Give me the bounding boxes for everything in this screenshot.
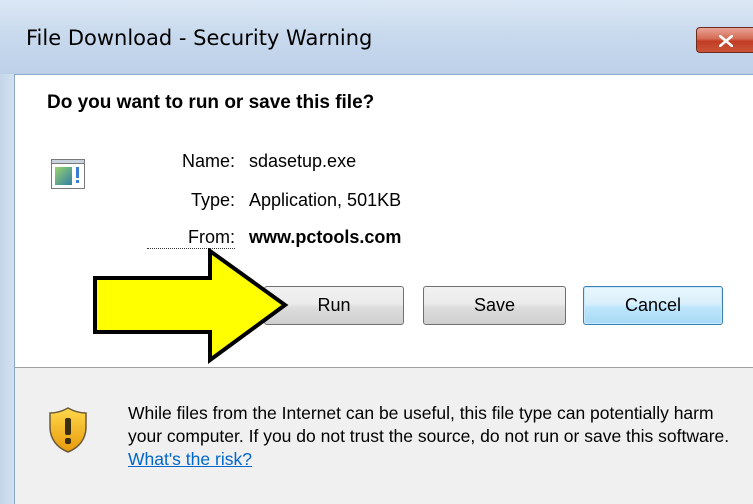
type-value: Application, 501KB — [249, 190, 402, 210]
dialog-question: Do you want to run or save this file? — [47, 92, 375, 113]
from-value: www.pctools.com — [249, 227, 402, 247]
window-title: File Download - Security Warning — [26, 26, 373, 50]
warning-message: While files from the Internet can be use… — [128, 403, 730, 446]
yellow-arrow — [93, 248, 289, 364]
application-file-icon — [51, 159, 85, 189]
name-value: sdasetup.exe — [249, 151, 357, 171]
whats-the-risk-link[interactable]: What's the risk? — [128, 449, 252, 469]
close-button[interactable] — [696, 27, 753, 53]
warning-footer: While files from the Internet can be use… — [15, 370, 753, 504]
cancel-button[interactable]: Cancel — [583, 286, 723, 325]
shield-warning-icon — [49, 407, 87, 453]
warning-text-block: While files from the Internet can be use… — [128, 402, 738, 471]
window-frame-left — [0, 74, 15, 504]
title-bar: File Download - Security Warning — [0, 0, 753, 75]
from-label[interactable]: From: — [147, 227, 235, 249]
type-label: Type: — [190, 190, 235, 210]
dialog-body: Do you want to run or save this file? Na… — [15, 75, 753, 504]
name-label: Name: — [181, 151, 235, 171]
close-icon — [719, 35, 733, 47]
save-button[interactable]: Save — [423, 286, 566, 325]
